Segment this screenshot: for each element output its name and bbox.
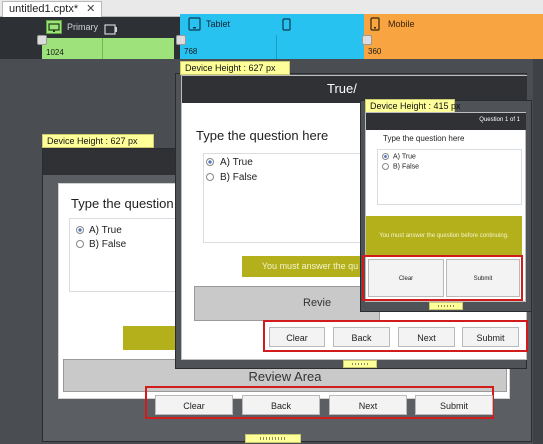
tablet-answers-box: A) True B) False (203, 153, 378, 243)
breakpoint-primary-width: 1024 (46, 48, 64, 57)
breakpoint-primary-strip[interactable]: 1024 (42, 38, 174, 59)
breakpoint-tablet-strip[interactable]: 768 (180, 35, 364, 59)
strip-divider (276, 35, 277, 59)
close-tab-icon[interactable]: ✕ (86, 3, 95, 15)
primary-question-text: Type the question (71, 196, 174, 211)
tablet-option-b[interactable]: B) False (206, 172, 257, 183)
breakpoint-mobile-label: Mobile (388, 19, 415, 29)
tablet-title: True/ (327, 81, 357, 96)
breakpoint-bar: Primary 1024 Tablet 768 Mobile 360 (0, 14, 543, 59)
primary-next-button[interactable]: Next (329, 395, 407, 415)
mobile-question-text: Type the question here (383, 134, 465, 143)
tablet-message-bar: You must answer the qu (242, 256, 378, 277)
tablet-breakpoint-handle[interactable] (176, 35, 186, 45)
mobile-message-bar: You must answer the question before cont… (366, 216, 522, 256)
breakpoint-mobile-header[interactable]: Mobile (364, 14, 543, 35)
canvas-scrollbar[interactable] (533, 59, 543, 444)
tablet-next-button[interactable]: Next (398, 327, 455, 347)
mobile-option-a[interactable]: A) True (382, 153, 416, 160)
mobile-submit-button[interactable]: Submit (446, 259, 520, 297)
primary-option-b[interactable]: B) False (76, 239, 126, 250)
mobile-resize-grip[interactable] (429, 302, 463, 310)
primary-message-bar (123, 326, 183, 350)
document-tab-title: untitled1.cptx* (9, 3, 79, 15)
breakpoint-tablet-width: 768 (184, 47, 198, 56)
desktop-icon (46, 20, 62, 34)
primary-clear-button[interactable]: Clear (155, 395, 233, 415)
primary-breakpoint-handle[interactable] (37, 35, 47, 45)
tablet-submit-button[interactable]: Submit (462, 327, 519, 347)
tablet-question-text: Type the question here (196, 128, 329, 143)
tablet-option-a[interactable]: A) True (206, 157, 253, 168)
device-toggle-icon[interactable] (104, 22, 118, 35)
mobile-progress-text: Question 1 of 1 (479, 117, 520, 123)
radio-icon[interactable] (76, 240, 84, 249)
mobile-answers-box: A) True B) False (377, 149, 522, 205)
breakpoint-tablet-label: Tablet (206, 19, 231, 29)
primary-option-a[interactable]: A) True (76, 225, 122, 236)
mobile-title-bar: Question 1 of 1 (366, 113, 526, 130)
breakpoint-mobile-width: 360 (368, 47, 382, 56)
tablet-review-area: Revie (194, 286, 380, 321)
radio-icon[interactable] (206, 173, 214, 182)
mobile-icon (370, 17, 380, 31)
breakpoint-mobile-strip[interactable]: 360 (364, 35, 543, 59)
mobile-clear-button[interactable]: Clear (368, 259, 444, 297)
breakpoint-tablet-header[interactable]: Tablet (180, 14, 364, 35)
radio-selected-icon[interactable] (382, 153, 389, 160)
tablet-back-button[interactable]: Back (333, 327, 390, 347)
breakpoint-primary-label: Primary (67, 22, 98, 32)
breakpoint-primary-header[interactable]: Primary (42, 17, 174, 38)
primary-resize-grip[interactable] (245, 434, 301, 443)
radio-selected-icon[interactable] (76, 226, 84, 235)
strip-divider (102, 38, 103, 59)
primary-submit-button[interactable]: Submit (415, 395, 493, 415)
document-tab[interactable]: untitled1.cptx* ✕ (2, 1, 103, 17)
tablet-clear-button[interactable]: Clear (269, 327, 325, 347)
tablet-title-bar: True/ (182, 76, 527, 103)
mobile-device-height-label: Device Height : 415 px (365, 99, 461, 113)
phone-icon[interactable] (282, 18, 291, 31)
primary-device-height-label: Device Height : 627 px (42, 134, 154, 148)
primary-back-button[interactable]: Back (242, 395, 320, 415)
mobile-breakpoint-handle[interactable] (362, 35, 372, 45)
tablet-icon (188, 17, 201, 31)
radio-icon[interactable] (382, 163, 389, 170)
tablet-device-height-label: Device Height : 627 px (180, 61, 290, 75)
radio-selected-icon[interactable] (206, 158, 214, 167)
mobile-option-b[interactable]: B) False (382, 163, 419, 170)
tablet-resize-grip[interactable] (343, 360, 377, 368)
